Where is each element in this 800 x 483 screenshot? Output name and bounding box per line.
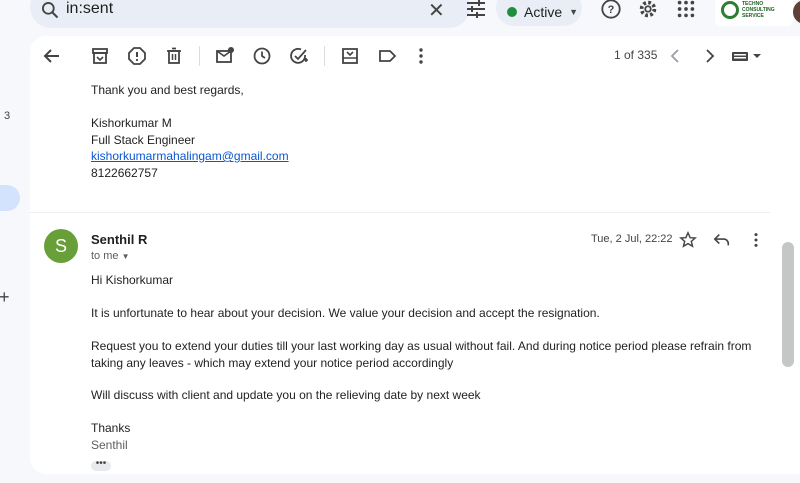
logo-emblem-icon — [721, 1, 739, 19]
organization-logo[interactable]: TECHNO CONSULTING SERVICE — [715, 0, 793, 26]
message-divider — [30, 212, 770, 213]
signature-email-link[interactable]: kishorkumarmahalingam@gmail.com — [91, 149, 289, 163]
toolbar-divider — [199, 46, 200, 66]
status-dot — [507, 7, 517, 17]
message-greeting: Hi Kishorkumar — [91, 273, 174, 287]
label-icon[interactable] — [377, 46, 397, 66]
rail-count: 3 — [4, 110, 11, 122]
apps-grid-icon[interactable] — [675, 0, 697, 20]
newer-chevron-icon[interactable] — [666, 46, 686, 66]
mark-unread-icon[interactable] — [215, 46, 235, 66]
back-icon[interactable] — [42, 46, 62, 66]
report-spam-icon[interactable] — [127, 46, 147, 66]
recipient-label: to me — [91, 250, 119, 262]
add-task-icon[interactable] — [289, 46, 309, 66]
move-to-icon[interactable] — [340, 46, 360, 66]
chevron-down-icon: ▼ — [569, 7, 579, 17]
logo-text: TECHNO CONSULTING SERVICE — [742, 1, 775, 19]
sender-avatar[interactable]: S — [44, 229, 78, 263]
older-chevron-icon[interactable] — [699, 46, 719, 66]
help-icon[interactable]: ? — [600, 0, 622, 20]
pagination-count: 1 of 335 — [614, 48, 658, 62]
message-date: Tue, 2 Jul, 22:22 — [591, 233, 673, 245]
archive-icon[interactable] — [90, 46, 110, 66]
search-input[interactable] — [66, 0, 386, 20]
settings-gear-icon[interactable] — [637, 0, 659, 20]
snooze-icon[interactable] — [252, 46, 272, 66]
recipient-details[interactable]: to me ▼ — [91, 250, 130, 262]
more-options-icon[interactable] — [411, 46, 431, 66]
message-paragraph: Will discuss with client and update you … — [91, 388, 481, 402]
signature-phone: 8122662757 — [91, 165, 158, 180]
add-icon[interactable]: + — [0, 287, 10, 308]
message-thanks: Thanks — [91, 421, 131, 435]
toolbar-divider — [324, 46, 325, 66]
closing-line: Thank you and best regards, — [91, 83, 244, 97]
search-icon[interactable] — [40, 0, 60, 20]
message-paragraph: It is unfortunate to hear about your dec… — [91, 306, 600, 320]
signature-title: Full Stack Engineer — [91, 132, 196, 147]
svg-text:?: ? — [608, 4, 615, 16]
signature-name: Kishorkumar M — [91, 116, 172, 130]
show-trimmed-content-button[interactable]: ••• — [91, 459, 111, 471]
message-more-icon[interactable] — [747, 231, 765, 249]
previous-message-signature: Thank you and best regards, Kishorkumar … — [91, 82, 289, 181]
sender-name[interactable]: Senthil R — [91, 232, 147, 247]
status-label: Active — [524, 4, 563, 20]
rail-selected-item[interactable] — [0, 185, 20, 211]
delete-icon[interactable] — [164, 46, 184, 66]
chevron-down-icon[interactable]: ▼ — [122, 252, 130, 261]
search-options-icon[interactable] — [466, 0, 486, 18]
account-avatar[interactable] — [793, 0, 800, 24]
message-pane: 1 of 335 Thank you and best regards, Kis… — [30, 36, 800, 474]
status-selector[interactable]: Active ▼ — [496, 0, 582, 26]
message-signature: Senthil — [91, 438, 128, 452]
star-icon[interactable] — [679, 231, 697, 249]
message-paragraph: Request you to extend your duties till y… — [91, 339, 752, 370]
clear-search-icon[interactable]: ✕ — [428, 0, 445, 23]
search-bar[interactable]: ✕ — [30, 0, 485, 28]
message-toolbar: 1 of 335 — [30, 36, 800, 76]
scrollbar-thumb[interactable] — [782, 242, 794, 367]
input-tools-icon[interactable] — [730, 46, 764, 66]
page-bottom — [0, 474, 800, 483]
reply-icon[interactable] — [713, 231, 731, 249]
